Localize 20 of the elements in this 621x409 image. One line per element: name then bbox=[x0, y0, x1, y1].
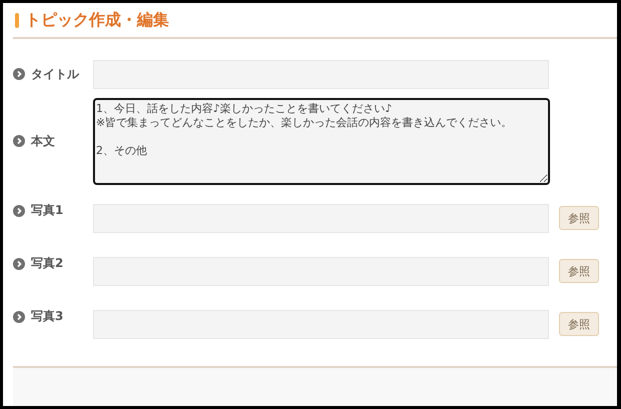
chevron-icon bbox=[13, 258, 25, 270]
browse-button[interactable]: 参照 bbox=[559, 259, 599, 283]
field-label: 写真2 bbox=[31, 255, 64, 272]
chevron-icon bbox=[13, 310, 25, 322]
chevron-icon bbox=[13, 68, 25, 80]
input-field[interactable] bbox=[93, 310, 549, 339]
field-label: 本文 bbox=[31, 132, 55, 150]
field-label: 写真1 bbox=[31, 202, 64, 219]
field-label: タイトル bbox=[31, 66, 79, 82]
chevron-icon bbox=[13, 135, 25, 147]
browse-button[interactable]: 参照 bbox=[559, 312, 599, 336]
input-field[interactable] bbox=[93, 257, 549, 286]
page-heading: トピック作成・編集 bbox=[25, 10, 169, 30]
input-field[interactable] bbox=[93, 204, 549, 233]
text-area[interactable]: 1、今日、話をした内容♪楽しかったことを書いてください♪ ※皆で集まってどんなことをしたか、楽しかった会話の内容を書き込んでください。 2、その他 bbox=[93, 98, 550, 184]
field-label: 写真3 bbox=[31, 308, 64, 325]
input-field[interactable] bbox=[93, 60, 549, 88]
heading-marker bbox=[15, 12, 19, 28]
chevron-icon bbox=[13, 204, 25, 216]
browse-button[interactable]: 参照 bbox=[559, 206, 599, 230]
